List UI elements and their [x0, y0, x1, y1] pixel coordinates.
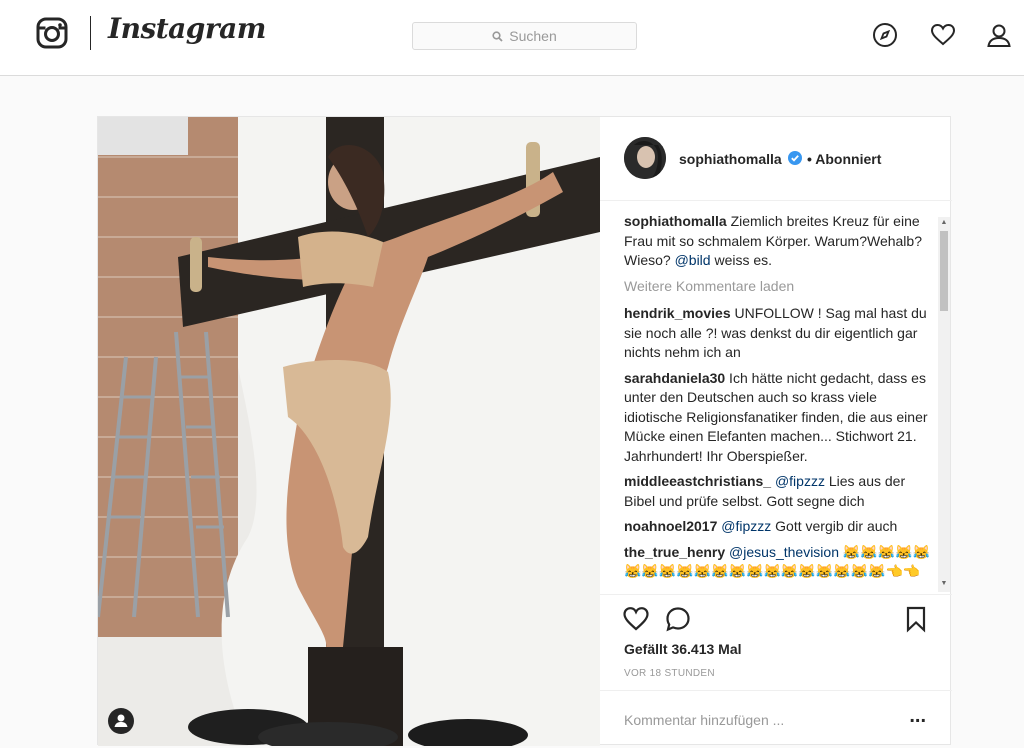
more-options-icon[interactable]: ...	[909, 705, 926, 728]
search-icon	[492, 30, 503, 42]
comment-mention[interactable]: @fipzzz	[717, 518, 771, 534]
like-heart-icon[interactable]	[622, 605, 650, 633]
comment-username[interactable]: sarahdaniela30	[624, 370, 725, 386]
scroll-down-arrow-icon[interactable]: ▼	[938, 580, 950, 590]
caption-mention[interactable]: @bild	[675, 252, 711, 268]
likes-count[interactable]: Gefällt 36.413 Mal	[624, 641, 742, 657]
caption-username[interactable]: sophiathomalla	[624, 213, 727, 229]
avatar-image	[624, 137, 666, 179]
comment-username[interactable]: noahnoel2017	[624, 518, 717, 534]
caption: sophiathomalla Ziemlich breites Kreuz fü…	[624, 212, 939, 271]
instagram-wordmark[interactable]: Instagram	[108, 12, 266, 45]
comment-mention[interactable]: @jesus_thevision	[725, 544, 839, 560]
post-photo[interactable]	[98, 117, 600, 746]
search-placeholder: Suchen	[509, 28, 557, 44]
post-card: sophiathomalla • Abonniert sophiathomall…	[97, 116, 952, 746]
search-input[interactable]: Suchen	[412, 22, 637, 50]
caption-text-after: weiss es.	[710, 252, 773, 268]
comment-text: Gott vergib dir auch	[771, 518, 898, 534]
heart-icon[interactable]	[930, 22, 956, 48]
list-item: hendrik_movies UNFOLLOW ! Sag mal hast d…	[624, 304, 939, 363]
post-header: sophiathomalla • Abonniert	[600, 117, 952, 201]
add-comment-bar: Kommentar hinzufügen ... ...	[600, 690, 952, 748]
instagram-logo-icon[interactable]	[36, 17, 68, 49]
post-photo-illustration	[98, 117, 600, 746]
list-item: the_true_henry @jesus_thevision 😹😹😹😹😹😹😹😹…	[624, 543, 939, 582]
verified-badge-icon	[788, 151, 802, 165]
post-username[interactable]: sophiathomalla	[679, 151, 782, 167]
scrollbar-thumb[interactable]	[940, 231, 948, 311]
explore-compass-icon[interactable]	[872, 22, 898, 48]
comment-input[interactable]: Kommentar hinzufügen ...	[624, 712, 784, 728]
list-item: middleeastchristians_ @fipzzz Lies aus d…	[624, 472, 939, 511]
follow-status-button[interactable]: • Abonniert	[807, 151, 881, 167]
avatar[interactable]	[624, 137, 666, 179]
comment-username[interactable]: the_true_henry	[624, 544, 725, 560]
post-timestamp[interactable]: VOR 18 STUNDEN	[624, 668, 715, 679]
tagged-user-icon[interactable]	[108, 708, 134, 734]
comment-bubble-icon[interactable]	[664, 605, 692, 633]
comment-username[interactable]: middleeastchristians_	[624, 473, 771, 489]
top-navigation-bar: Instagram Suchen	[0, 0, 1024, 76]
comments-list: sophiathomalla Ziemlich breites Kreuz fü…	[624, 212, 939, 592]
load-more-comments-link[interactable]: Weitere Kommentare laden	[624, 277, 939, 297]
post-sidebar: sophiathomalla • Abonniert sophiathomall…	[600, 117, 952, 746]
post-actions: Gefällt 36.413 Mal VOR 18 STUNDEN Kommen…	[600, 594, 952, 747]
save-bookmark-icon[interactable]	[902, 605, 930, 633]
header-divider	[90, 16, 91, 50]
list-item: sarahdaniela30 Ich hätte nicht gedacht, …	[624, 369, 939, 467]
profile-icon[interactable]	[986, 22, 1012, 48]
list-item: noahnoel2017 @fipzzz Gott vergib dir auc…	[624, 517, 939, 537]
comments-scrollbar[interactable]: ▲ ▼	[938, 217, 950, 592]
comment-mention[interactable]: @fipzzz	[771, 473, 825, 489]
scroll-up-arrow-icon[interactable]: ▲	[938, 219, 950, 229]
person-tag-glyph	[114, 714, 128, 727]
comment-username[interactable]: hendrik_movies	[624, 305, 731, 321]
